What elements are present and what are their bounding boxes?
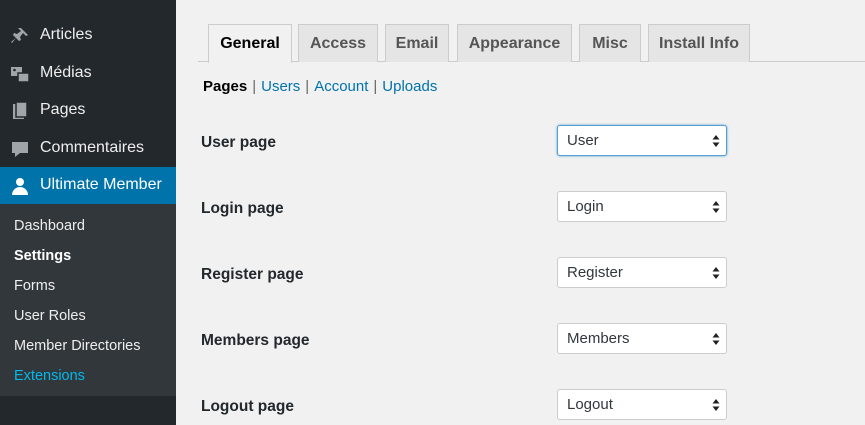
comment-icon bbox=[12, 142, 28, 157]
subnav-users-link[interactable]: Users bbox=[261, 78, 300, 95]
register-page-label: Register page bbox=[201, 266, 304, 283]
ultimate-member-submenu: Dashboard Settings Forms User Roles Memb… bbox=[0, 204, 176, 396]
login-page-select[interactable]: Login bbox=[557, 191, 727, 222]
submenu-item-settings[interactable]: Settings bbox=[14, 248, 71, 264]
select-arrows-icon bbox=[712, 201, 720, 213]
menu-item-label: Pages bbox=[40, 101, 86, 118]
select-arrows-icon bbox=[712, 399, 720, 411]
select-value: Members bbox=[567, 330, 630, 347]
pin-icon bbox=[11, 28, 28, 43]
members-page-select[interactable]: Members bbox=[557, 323, 727, 354]
login-page-label: Login page bbox=[201, 200, 284, 217]
subnav-pages[interactable]: Pages bbox=[203, 78, 247, 95]
tab-misc[interactable]: Misc bbox=[579, 24, 641, 62]
tab-general[interactable]: General bbox=[208, 24, 292, 63]
tab-install-info[interactable]: Install Info bbox=[648, 24, 750, 62]
admin-sidebar: Articles Médias Pages Commentaires Ultim… bbox=[0, 0, 176, 425]
subnav-separator: | bbox=[252, 78, 257, 95]
members-page-label: Members page bbox=[201, 332, 310, 349]
tab-email[interactable]: Email bbox=[385, 24, 449, 62]
menu-item-label: Ultimate Member bbox=[40, 176, 162, 193]
menu-item-articles[interactable]: Articles bbox=[0, 17, 176, 54]
select-value: Register bbox=[567, 264, 623, 281]
select-arrows-icon bbox=[712, 135, 720, 147]
tab-access[interactable]: Access bbox=[298, 24, 378, 62]
subnav-account-link[interactable]: Account bbox=[314, 78, 368, 95]
user-page-select[interactable]: User bbox=[557, 125, 727, 156]
tab-appearance[interactable]: Appearance bbox=[457, 24, 572, 62]
submenu-item-user-roles[interactable]: User Roles bbox=[14, 308, 86, 324]
user-page-label: User page bbox=[201, 134, 276, 151]
submenu-item-member-directories[interactable]: Member Directories bbox=[14, 338, 141, 354]
menu-item-label: Médias bbox=[40, 64, 92, 81]
sidebar-next-item[interactable] bbox=[0, 396, 176, 425]
settings-subnav: Pages | Users | Account | Uploads bbox=[203, 78, 437, 95]
menu-item-label: Commentaires bbox=[40, 139, 145, 156]
select-arrows-icon bbox=[712, 267, 720, 279]
register-page-select[interactable]: Register bbox=[557, 257, 727, 288]
subnav-separator: | bbox=[373, 78, 378, 95]
menu-item-label: Articles bbox=[40, 26, 93, 43]
user-icon bbox=[12, 178, 28, 195]
logout-page-label: Logout page bbox=[201, 398, 294, 415]
menu-item-pages[interactable]: Pages bbox=[0, 92, 176, 129]
select-arrows-icon bbox=[712, 333, 720, 345]
menu-item-ultimate-member[interactable]: Ultimate Member bbox=[0, 167, 176, 204]
select-value: User bbox=[567, 132, 599, 149]
menu-item-medias[interactable]: Médias bbox=[0, 55, 176, 92]
menu-item-commentaires[interactable]: Commentaires bbox=[0, 130, 176, 167]
media-icon bbox=[11, 67, 30, 83]
submenu-item-forms[interactable]: Forms bbox=[14, 278, 55, 294]
submenu-item-dashboard[interactable]: Dashboard bbox=[14, 218, 85, 234]
subnav-uploads-link[interactable]: Uploads bbox=[382, 78, 437, 95]
logout-page-select[interactable]: Logout bbox=[557, 389, 727, 420]
pages-icon bbox=[13, 101, 28, 119]
subnav-separator: | bbox=[305, 78, 310, 95]
submenu-item-extensions[interactable]: Extensions bbox=[14, 368, 85, 384]
select-value: Logout bbox=[567, 396, 613, 413]
select-value: Login bbox=[567, 198, 604, 215]
